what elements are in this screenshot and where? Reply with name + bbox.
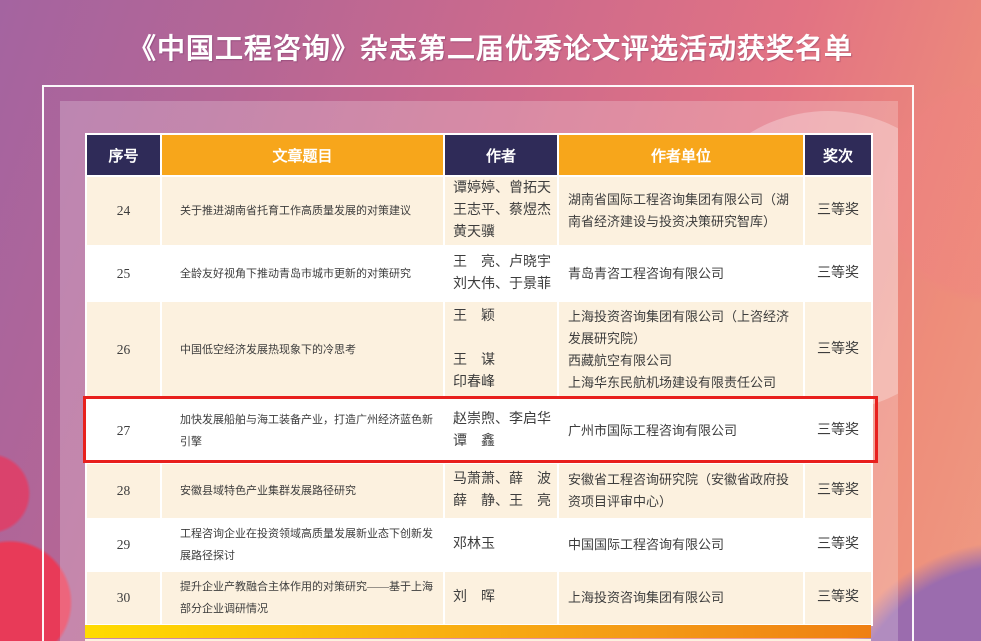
col-header-org: 作者单位 [558, 134, 804, 176]
row-index-cell: 26 [86, 301, 161, 399]
col-header-award: 奖次 [804, 134, 872, 176]
award-cell: 三等奖 [804, 246, 872, 301]
award-cell: 三等奖 [804, 301, 872, 399]
article-title-cell: 关于推进湖南省托育工作高质量发展的对策建议 [161, 176, 444, 246]
table-row: 27 加快发展船舶与海工装备产业，打造广州经济蓝色新引擎 赵崇煦、李启华 谭 鑫… [86, 399, 872, 463]
table-row: 26 中国低空经济发展热现象下的冷思考 王 颖 王 谋 印春峰 上海投资咨询集团… [86, 301, 872, 399]
award-cell: 三等奖 [804, 463, 872, 519]
article-title-cell: 加快发展船舶与海工装备产业，打造广州经济蓝色新引擎 [161, 399, 444, 463]
authors-cell: 谭婷婷、曾拓天 王志平、蔡煜杰 黄天骥 [444, 176, 558, 246]
row-index-cell: 29 [86, 519, 161, 571]
article-title-cell: 中国低空经济发展热现象下的冷思考 [161, 301, 444, 399]
col-header-index: 序号 [86, 134, 161, 176]
article-title-cell: 安徽县域特色产业集群发展路径研究 [161, 463, 444, 519]
authors-cell: 邓林玉 [444, 519, 558, 571]
authors-cell: 刘 晖 [444, 571, 558, 625]
page: 《中国工程咨询》杂志第二届优秀论文评选活动获奖名单 序号 文章题目 作者 作者单… [0, 0, 981, 641]
article-title-cell: 提升企业产教融合主体作用的对策研究——基于上海部分企业调研情况 [161, 571, 444, 625]
section-divider-bar [85, 625, 871, 638]
table-row: 29 工程咨询企业在投资领域高质量发展新业态下创新发展路径探讨 邓林玉 中国国际… [86, 519, 872, 571]
award-cell: 三等奖 [804, 399, 872, 463]
org-cell: 上海投资咨询集团有限公司 [558, 571, 804, 625]
article-title-cell: 工程咨询企业在投资领域高质量发展新业态下创新发展路径探讨 [161, 519, 444, 571]
award-cell: 三等奖 [804, 519, 872, 571]
table-row: 25 全龄友好视角下推动青岛市城市更新的对策研究 王 亮、卢晓宇 刘大伟、于景菲… [86, 246, 872, 301]
org-cell: 青岛青咨工程咨询有限公司 [558, 246, 804, 301]
col-header-author: 作者 [444, 134, 558, 176]
table-row: 30 提升企业产教融合主体作用的对策研究——基于上海部分企业调研情况 刘 晖 上… [86, 571, 872, 625]
authors-cell: 王 亮、卢晓宇 刘大伟、于景菲 [444, 246, 558, 301]
org-cell: 湖南省国际工程咨询集团有限公司（湖南省经济建设与投资决策研究智库） [558, 176, 804, 246]
org-cell: 上海投资咨询集团有限公司（上咨经济发展研究院） 西藏航空有限公司 上海华东民航机… [558, 301, 804, 399]
table-header-row: 序号 文章题目 作者 作者单位 奖次 [86, 134, 872, 176]
award-cell: 三等奖 [804, 176, 872, 246]
row-index-cell: 28 [86, 463, 161, 519]
table-row: 28 安徽县域特色产业集群发展路径研究 马萧萧、薛 波 薛 静、王 亮 安徽省工… [86, 463, 872, 519]
awards-table: 序号 文章题目 作者 作者单位 奖次 24 关于推进湖南省托育工作高质量发展的对… [85, 133, 873, 626]
authors-cell: 王 颖 王 谋 印春峰 [444, 301, 558, 399]
table-body: 24 关于推进湖南省托育工作高质量发展的对策建议 谭婷婷、曾拓天 王志平、蔡煜杰… [86, 176, 872, 625]
org-cell: 中国国际工程咨询有限公司 [558, 519, 804, 571]
row-index-cell: 30 [86, 571, 161, 625]
page-title: 《中国工程咨询》杂志第二届优秀论文评选活动获奖名单 [0, 27, 981, 67]
row-index-cell: 24 [86, 176, 161, 246]
authors-cell: 马萧萧、薛 波 薛 静、王 亮 [444, 463, 558, 519]
table-row: 24 关于推进湖南省托育工作高质量发展的对策建议 谭婷婷、曾拓天 王志平、蔡煜杰… [86, 176, 872, 246]
authors-cell: 赵崇煦、李启华 谭 鑫 [444, 399, 558, 463]
row-index-cell: 25 [86, 246, 161, 301]
row-index-cell: 27 [86, 399, 161, 463]
org-cell: 安徽省工程咨询研究院（安徽省政府投资项目评审中心） [558, 463, 804, 519]
article-title-cell: 全龄友好视角下推动青岛市城市更新的对策研究 [161, 246, 444, 301]
org-cell: 广州市国际工程咨询有限公司 [558, 399, 804, 463]
award-cell: 三等奖 [804, 571, 872, 625]
col-header-title: 文章题目 [161, 134, 444, 176]
